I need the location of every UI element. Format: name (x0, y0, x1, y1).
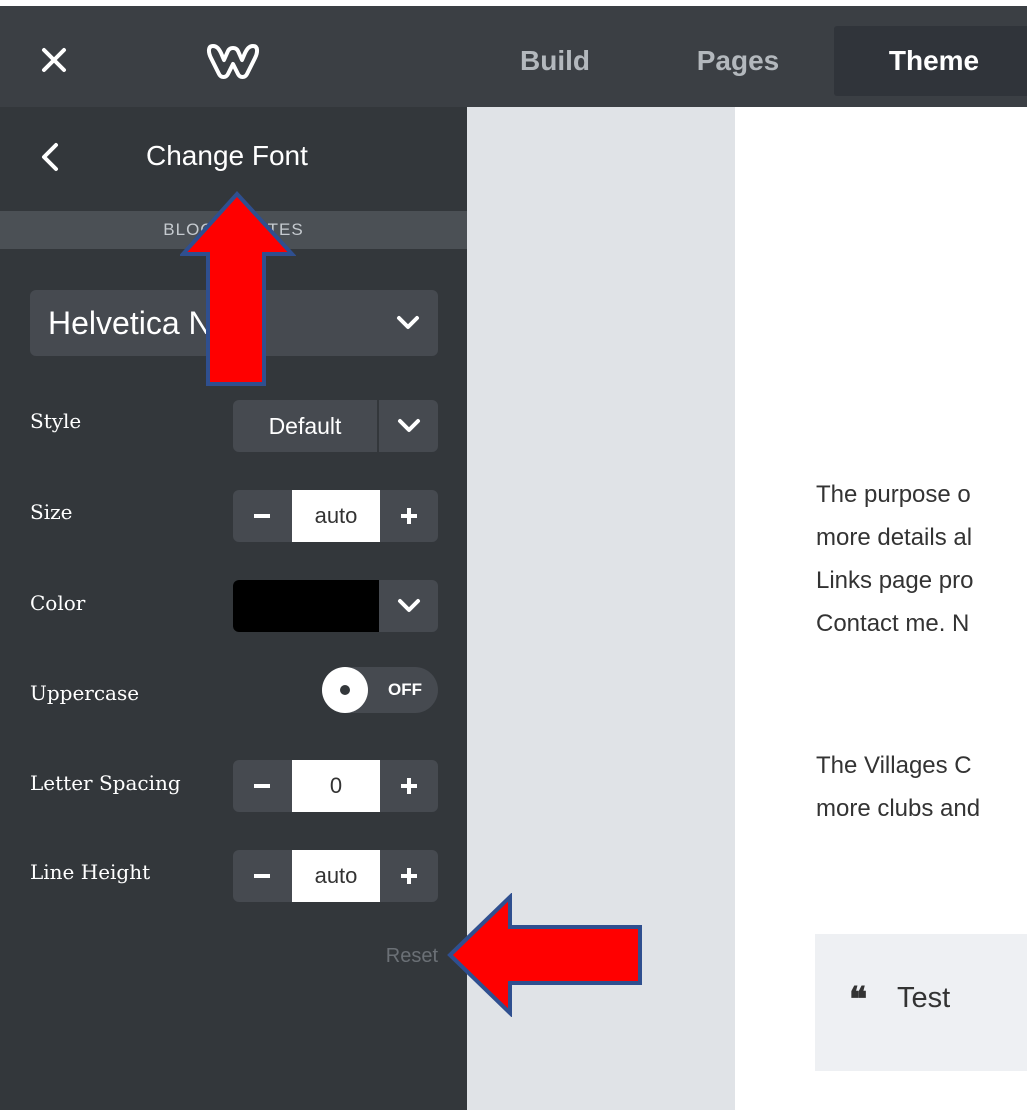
toggle-state: OFF (388, 680, 422, 699)
minus-icon (254, 874, 270, 878)
letter-spacing-increase-button[interactable] (380, 760, 438, 812)
text-line: more details al (816, 524, 973, 551)
line-height-stepper (233, 850, 438, 902)
page-preview: The purpose o more details al Links page… (735, 107, 1027, 1110)
letter-spacing-label: Letter Spacing (30, 771, 181, 795)
paragraph[interactable]: The Villages C more clubs and (816, 744, 1027, 830)
weebly-logo-icon[interactable] (205, 36, 261, 82)
line-height-decrease-button[interactable] (233, 850, 291, 902)
panel-title: Change Font (146, 140, 308, 171)
style-label: Style (30, 409, 82, 433)
chevron-down-icon (398, 419, 420, 432)
quote-icon: ❝ (849, 980, 868, 1020)
line-height-increase-button[interactable] (380, 850, 438, 902)
minus-icon (254, 514, 270, 518)
minus-icon (254, 784, 270, 788)
size-input[interactable] (292, 490, 380, 542)
line-height-label: Line Height (30, 860, 151, 884)
color-dropdown-button[interactable] (380, 580, 438, 632)
chevron-down-icon (397, 316, 419, 329)
plus-icon (401, 868, 417, 884)
style-select[interactable]: Default (233, 400, 438, 452)
plus-icon (401, 778, 417, 794)
blockquote-text: Test (897, 982, 951, 1014)
plus-icon (401, 508, 417, 524)
uppercase-toggle[interactable]: OFF (322, 667, 438, 713)
color-swatch[interactable] (233, 580, 379, 632)
close-icon[interactable] (34, 40, 74, 80)
color-label: Color (30, 591, 86, 615)
up-arrow-annotation (180, 191, 296, 386)
letter-spacing-decrease-button[interactable] (233, 760, 291, 812)
style-value: Default (233, 400, 379, 452)
letter-spacing-stepper (233, 760, 438, 812)
tab-build[interactable]: Build (486, 26, 624, 96)
toggle-knob (322, 667, 368, 713)
tab-pages[interactable]: Pages (668, 26, 808, 96)
paragraph[interactable]: The purpose o more details al Links page… (816, 473, 1027, 645)
back-chevron-icon[interactable] (36, 137, 66, 177)
reset-link[interactable]: Reset (386, 945, 438, 968)
text-line: The Villages C (816, 752, 972, 779)
text-line: The purpose o (816, 481, 971, 508)
size-label: Size (30, 500, 73, 524)
left-arrow-annotation (447, 893, 642, 1017)
text-line: Contact me. N (816, 610, 970, 637)
chevron-down-icon (398, 599, 420, 612)
blockquote[interactable]: ❝ Test (815, 934, 1027, 1071)
color-picker[interactable] (233, 580, 438, 632)
tab-theme[interactable]: Theme (834, 26, 1027, 96)
uppercase-label: Uppercase (30, 681, 140, 705)
text-line: more clubs and (816, 795, 981, 822)
size-decrease-button[interactable] (233, 490, 291, 542)
size-increase-button[interactable] (380, 490, 438, 542)
line-height-input[interactable] (292, 850, 380, 902)
letter-spacing-input[interactable] (292, 760, 380, 812)
top-bar: Build Pages Theme (0, 0, 1027, 107)
size-stepper (233, 490, 438, 542)
text-line: Links page pro (816, 567, 974, 594)
style-dropdown-button[interactable] (380, 400, 438, 452)
